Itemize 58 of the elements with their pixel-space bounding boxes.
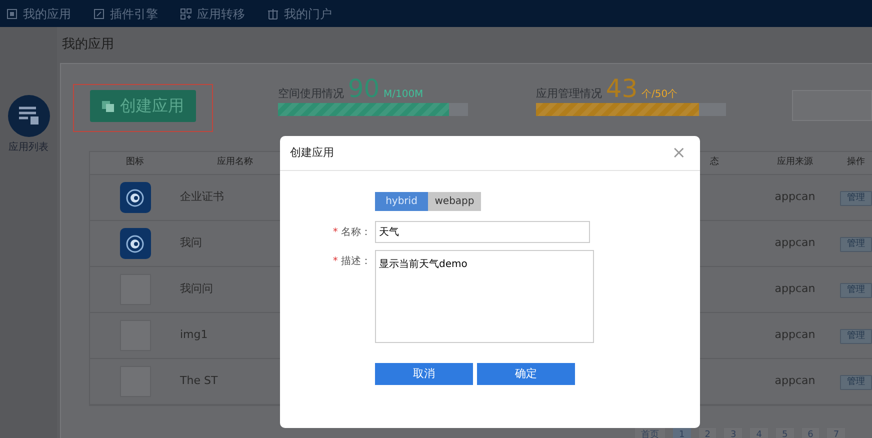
nav-item[interactable]: 插件引擎 bbox=[93, 4, 158, 22]
dialog-button[interactable]: 确定 bbox=[477, 363, 575, 385]
nav-icon bbox=[267, 8, 279, 20]
page-link[interactable]: 3 bbox=[724, 428, 742, 438]
stat-label: 空间使用情况 bbox=[278, 87, 344, 100]
nav-icon bbox=[6, 8, 18, 20]
table-cell-text: The ST bbox=[180, 373, 219, 390]
table-cell-text: img1 bbox=[180, 327, 209, 344]
page-link[interactable]: 5 bbox=[776, 428, 794, 438]
type-tab[interactable]: webapp bbox=[428, 192, 481, 211]
type-tab[interactable]: hybrid bbox=[375, 192, 428, 211]
column-header: 态 bbox=[710, 156, 720, 170]
table-cell-text: appcan bbox=[774, 189, 816, 206]
create-app-button[interactable]: 创建应用 bbox=[90, 90, 196, 122]
stat-unit: M/100M bbox=[383, 89, 424, 100]
field-label: * 名称： bbox=[332, 226, 372, 240]
column-header: 应用名称 bbox=[216, 156, 254, 170]
page-link[interactable]: 2 bbox=[698, 428, 716, 438]
page-link[interactable]: 7 bbox=[827, 428, 846, 438]
close-button[interactable]: × bbox=[672, 144, 686, 162]
stat-value: 43 bbox=[606, 74, 638, 103]
table-cell-text: appcan bbox=[774, 235, 816, 252]
manage-button[interactable]: 管理 bbox=[840, 375, 872, 390]
page-link[interactable]: 6 bbox=[802, 428, 820, 438]
nav-item[interactable]: 应用转移 bbox=[180, 4, 245, 22]
table-cell-text: 我问问 bbox=[180, 281, 214, 298]
nav-item[interactable]: 我的门户 bbox=[267, 4, 332, 22]
stat-value: 90 bbox=[348, 74, 380, 103]
table-cell-text: appcan bbox=[774, 281, 816, 298]
name-input[interactable]: 天气 bbox=[375, 221, 590, 243]
manage-button[interactable]: 管理 bbox=[840, 191, 872, 206]
page-link[interactable]: 首页 bbox=[635, 428, 665, 438]
manage-button[interactable]: 管理 bbox=[840, 283, 872, 298]
nav-item[interactable]: 我的应用 bbox=[6, 4, 71, 22]
nav-icon bbox=[93, 8, 105, 20]
field-label: * 描述： bbox=[332, 254, 372, 269]
table-cell-text: 我问 bbox=[180, 235, 203, 252]
description-textarea[interactable]: 显示当前天气demo bbox=[375, 250, 594, 343]
column-header: 应用来源 bbox=[776, 156, 814, 170]
sidebar-label: 应用列表 bbox=[8, 140, 48, 155]
stat-label: 应用管理情况 bbox=[536, 87, 602, 100]
app-icon bbox=[120, 228, 150, 259]
table-cell-text: appcan bbox=[774, 327, 816, 344]
table-cell-text: 企业证书 bbox=[180, 189, 225, 206]
column-header: 操作 bbox=[846, 156, 866, 170]
dialog-title: 创建应用 bbox=[290, 144, 334, 161]
table-cell-text: appcan bbox=[774, 373, 816, 390]
manage-button[interactable]: 管理 bbox=[840, 237, 872, 252]
manage-button[interactable]: 管理 bbox=[840, 329, 872, 344]
app-icon bbox=[120, 182, 150, 213]
page-title: 我的应用 bbox=[61, 36, 115, 54]
page-link[interactable]: 4 bbox=[750, 428, 768, 438]
nav-icon bbox=[180, 8, 192, 20]
app-icon bbox=[102, 100, 114, 112]
stat-unit: 个/50个 bbox=[641, 89, 678, 100]
list-icon bbox=[18, 106, 40, 126]
column-header: 图标 bbox=[125, 156, 145, 170]
dialog-button[interactable]: 取消 bbox=[375, 363, 473, 385]
